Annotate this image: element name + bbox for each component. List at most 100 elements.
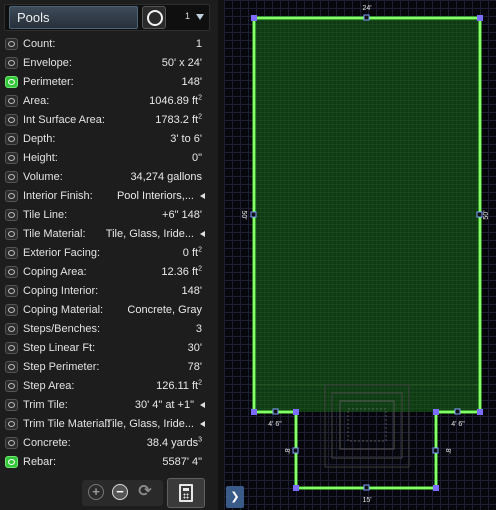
- property-value: 1: [196, 35, 202, 54]
- property-value[interactable]: 30' 4" at +1": [135, 396, 194, 415]
- property-value-text: Pool Interiors,...: [116, 190, 194, 202]
- dim-step-right: 4' 6": [451, 421, 465, 428]
- midpoint-handle[interactable]: [292, 447, 299, 454]
- property-value: 0 ft2: [183, 244, 202, 263]
- visibility-toggle-icon[interactable]: [5, 38, 18, 50]
- property-value[interactable]: Tile, Glass, Iride...: [106, 415, 194, 434]
- property-value[interactable]: Tile, Glass, Iride...: [106, 225, 194, 244]
- property-row[interactable]: Coping Material: Concrete, Gray: [0, 301, 218, 320]
- property-row[interactable]: Step Linear Ft: 30': [0, 339, 218, 358]
- property-row[interactable]: Interior Finish: Pool Interiors,...: [0, 187, 218, 206]
- property-label: Height:: [23, 152, 58, 164]
- property-row[interactable]: Tile Line: +6" 148': [0, 206, 218, 225]
- midpoint-handle[interactable]: [363, 14, 370, 21]
- property-row[interactable]: Concrete: 38.4 yards3: [0, 434, 218, 453]
- property-row[interactable]: Coping Interior: 148': [0, 282, 218, 301]
- property-label: Concrete:: [23, 437, 71, 449]
- property-row[interactable]: Rebar: 5587' 4": [0, 453, 218, 472]
- property-row[interactable]: Trim Tile Material: Tile, Glass, Iride...: [0, 415, 218, 434]
- visibility-toggle-icon[interactable]: [5, 285, 18, 297]
- property-value: 30': [188, 339, 202, 358]
- refresh-icon[interactable]: ⟳: [137, 484, 153, 500]
- visibility-toggle-icon[interactable]: [5, 228, 18, 240]
- property-value-text: 1783.2 ft: [155, 114, 199, 126]
- midpoint-handle[interactable]: [454, 408, 461, 415]
- circle-icon: [147, 10, 163, 26]
- visibility-toggle-icon[interactable]: [5, 399, 18, 411]
- minus-circle-icon[interactable]: −: [112, 484, 128, 500]
- property-value-text: 3' to 6': [170, 133, 202, 145]
- corner-handle[interactable]: [477, 409, 483, 415]
- visibility-toggle-icon[interactable]: [5, 171, 18, 183]
- dropdown-arrow-icon[interactable]: [200, 402, 205, 408]
- property-row[interactable]: Step Area: 126.11 ft2: [0, 377, 218, 396]
- plus-circle-icon[interactable]: +: [88, 484, 104, 500]
- visibility-toggle-icon[interactable]: [5, 133, 18, 145]
- visibility-toggle-icon[interactable]: [5, 76, 18, 88]
- midpoint-handle[interactable]: [363, 484, 370, 491]
- property-label: Envelope:: [23, 57, 72, 69]
- property-row[interactable]: Volume: 34,274 gallons: [0, 168, 218, 187]
- property-row[interactable]: Step Perimeter: 78': [0, 358, 218, 377]
- corner-handle[interactable]: [433, 409, 439, 415]
- object-type-selector[interactable]: Pools: [9, 6, 138, 29]
- property-label: Depth:: [23, 133, 56, 145]
- midpoint-handle[interactable]: [432, 447, 439, 454]
- visibility-toggle-icon[interactable]: [5, 266, 18, 278]
- visibility-toggle-icon[interactable]: [5, 209, 18, 221]
- drawing-canvas[interactable]: 24' 50' 50' 4' 6" 4' 6" 8' 8' 15': [224, 0, 496, 510]
- unit-exponent: 3: [198, 436, 202, 444]
- property-value-text: Tile, Glass, Iride...: [105, 418, 194, 430]
- property-row[interactable]: Height: 0": [0, 149, 218, 168]
- property-row[interactable]: Depth: 3' to 6': [0, 130, 218, 149]
- property-value: 126.11 ft2: [156, 377, 202, 396]
- property-row[interactable]: Steps/Benches: 3: [0, 320, 218, 339]
- visibility-toggle-icon[interactable]: [5, 380, 18, 392]
- property-value: 78': [188, 358, 202, 377]
- visibility-toggle-icon[interactable]: [5, 152, 18, 164]
- property-row[interactable]: Envelope: 50' x 24': [0, 54, 218, 73]
- visibility-toggle-icon[interactable]: [5, 57, 18, 69]
- dropdown-arrow-icon[interactable]: [200, 231, 205, 237]
- visibility-toggle-icon[interactable]: [5, 95, 18, 107]
- corner-handle[interactable]: [293, 409, 299, 415]
- property-row[interactable]: Int Surface Area: 1783.2 ft2: [0, 111, 218, 130]
- property-value[interactable]: Pool Interiors,...: [117, 187, 194, 206]
- property-label: Count:: [23, 38, 56, 50]
- corner-handle[interactable]: [251, 409, 257, 415]
- object-count: 1: [185, 11, 191, 21]
- visibility-toggle-icon[interactable]: [5, 361, 18, 373]
- property-row[interactable]: Perimeter: 148': [0, 73, 218, 92]
- chevron-down-icon[interactable]: [196, 14, 204, 20]
- visibility-toggle-icon[interactable]: [5, 323, 18, 335]
- property-row[interactable]: Exterior Facing: 0 ft2: [0, 244, 218, 263]
- property-row[interactable]: Coping Area: 12.36 ft2: [0, 263, 218, 282]
- visibility-toggle-icon[interactable]: [5, 418, 18, 430]
- dropdown-arrow-icon[interactable]: [200, 193, 205, 199]
- visibility-toggle-icon[interactable]: [5, 190, 18, 202]
- midpoint-handle[interactable]: [250, 211, 257, 218]
- visibility-toggle-icon[interactable]: [5, 247, 18, 259]
- dropdown-arrow-icon[interactable]: [200, 421, 205, 427]
- corner-handle[interactable]: [477, 15, 483, 21]
- corner-handle[interactable]: [251, 15, 257, 21]
- visibility-toggle-icon[interactable]: [5, 437, 18, 449]
- midpoint-handle[interactable]: [476, 211, 483, 218]
- visibility-toggle-icon[interactable]: [5, 114, 18, 126]
- property-row[interactable]: Tile Material: Tile, Glass, Iride...: [0, 225, 218, 244]
- visibility-toggle-icon[interactable]: [5, 456, 18, 468]
- corner-handle[interactable]: [293, 485, 299, 491]
- pool-grid: [254, 18, 480, 412]
- properties-panel: Pools 1 Count: 1 Envelope: 50' x 24' Perimet…: [0, 0, 218, 510]
- property-value-text: 148': [181, 285, 202, 297]
- expand-panel-button[interactable]: ❯: [226, 486, 244, 508]
- property-row[interactable]: Count: 1: [0, 35, 218, 54]
- property-row[interactable]: Trim Tile: 30' 4" at +1": [0, 396, 218, 415]
- visibility-toggle-icon[interactable]: [5, 342, 18, 354]
- midpoint-handle[interactable]: [272, 408, 279, 415]
- property-row[interactable]: Area: 1046.89 ft2: [0, 92, 218, 111]
- corner-handle[interactable]: [433, 485, 439, 491]
- visibility-toggle-icon[interactable]: [5, 304, 18, 316]
- calculator-button[interactable]: [167, 478, 205, 508]
- select-circle-button[interactable]: [142, 6, 166, 29]
